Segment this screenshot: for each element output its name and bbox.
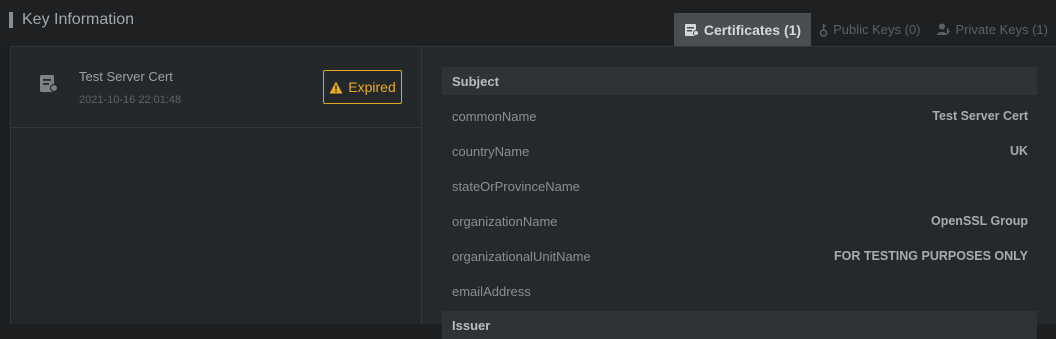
field-value: UK: [1009, 144, 1028, 158]
detail-row-countryname: countryName UK: [452, 141, 1028, 161]
certificate-icon: [39, 74, 59, 99]
field-key: countryName: [452, 143, 530, 159]
certificate-date: 2021-10-16 22:01:48: [79, 94, 182, 106]
user-key-icon: [936, 23, 951, 36]
list-item[interactable]: Test Server Cert 2021-10-16 22:01:48 Exp…: [11, 47, 421, 128]
section-subject: Subject: [442, 67, 1037, 95]
detail-row-stateorprovincename: stateOrProvinceName: [452, 176, 1028, 196]
field-key: organizationalUnitName: [452, 248, 591, 264]
detail-row-organizationname: organizationName OpenSSL Group: [452, 211, 1028, 231]
certificate-list: Test Server Cert 2021-10-16 22:01:48 Exp…: [10, 46, 421, 324]
page-title: Key Information: [22, 11, 135, 28]
field-value: FOR TESTING PURPOSES ONLY: [833, 249, 1028, 263]
certificate-details: Subject commonName Test Server Cert coun…: [421, 46, 1056, 339]
detail-row-emailaddress: emailAddress: [452, 281, 1028, 301]
field-key: stateOrProvinceName: [452, 178, 580, 194]
tab-bar: Certificates (1) Public Keys (0) Private…: [673, 13, 1056, 46]
field-key: organizationName: [452, 213, 558, 229]
tab-certificates-label: Certificates (1): [703, 21, 802, 38]
tab-private-keys-label: Private Keys (1): [955, 22, 1048, 37]
tab-certificates[interactable]: Certificates (1): [673, 13, 812, 46]
detail-row-organizationalunitname: organizationalUnitName FOR TESTING PURPO…: [452, 246, 1028, 266]
key-icon: [819, 23, 828, 37]
status-badge-label: Expired: [348, 79, 396, 95]
tab-private-keys[interactable]: Private Keys (1): [929, 13, 1056, 46]
top-bar: Key Information Certificates (1) Public …: [0, 0, 1056, 46]
tab-public-keys[interactable]: Public Keys (0): [811, 13, 928, 46]
warning-icon: [329, 81, 343, 94]
title-accent-bar: [9, 12, 13, 28]
header: Key Information: [9, 11, 134, 29]
detail-row-commonname: commonName Test Server Cert: [452, 106, 1028, 126]
field-key: emailAddress: [452, 283, 531, 299]
certificate-name: Test Server Cert: [79, 69, 173, 84]
tab-public-keys-label: Public Keys (0): [833, 22, 921, 37]
field-value: Test Server Cert: [932, 109, 1028, 123]
field-key: commonName: [452, 108, 537, 124]
status-badge: Expired: [323, 70, 402, 104]
field-value: OpenSSL Group: [931, 214, 1028, 228]
certificate-icon: [684, 23, 699, 37]
section-issuer: Issuer: [442, 311, 1037, 339]
